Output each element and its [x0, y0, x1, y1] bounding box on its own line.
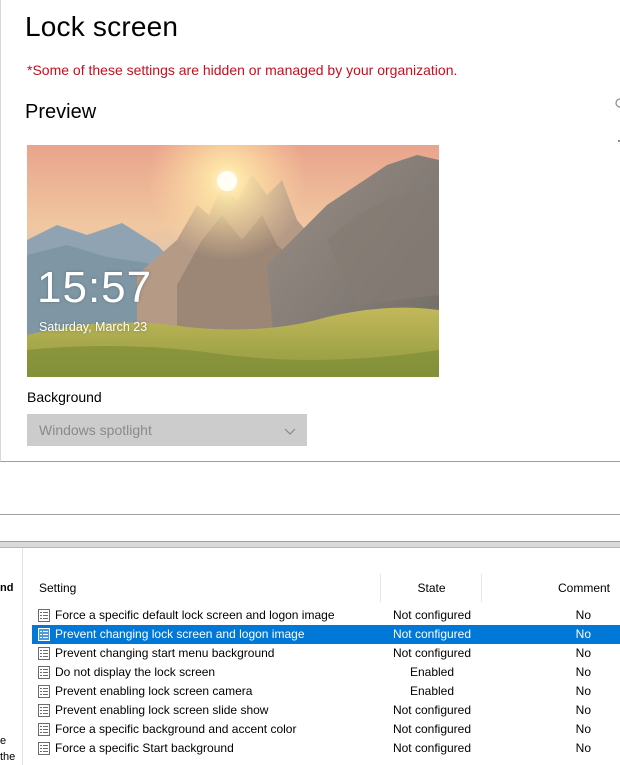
background-label: Background [27, 389, 102, 405]
policy-state: Not configured [392, 646, 472, 660]
window-divider [0, 514, 620, 515]
tree-pane-text-line1: e [0, 735, 7, 747]
policy-setting-icon [38, 685, 50, 698]
policy-state: Not configured [392, 627, 472, 641]
policy-setting-icon [38, 666, 50, 679]
lock-screen-preview [27, 145, 439, 377]
table-row[interactable]: Force a specific default lock screen and… [32, 606, 620, 625]
table-row[interactable]: Prevent changing start menu background No… [32, 644, 620, 663]
group-policy-editor: nd e the Setting State Comment Force a s… [0, 541, 620, 765]
policy-name: Prevent changing start menu background [55, 646, 275, 660]
chevron-down-icon [284, 428, 296, 435]
policy-list: Setting State Comment Force a specific d… [32, 548, 620, 765]
table-row[interactable]: Force a specific background and accent c… [32, 720, 620, 739]
managed-by-organization-note: *Some of these settings are hidden or ma… [27, 62, 458, 78]
column-header-comment[interactable]: Comment [483, 574, 620, 602]
policy-comment: No [575, 722, 591, 736]
lock-screen-clock: 15:57 [37, 263, 153, 312]
tree-pane-text-top: nd [0, 582, 14, 594]
preview-heading: Preview [25, 101, 97, 123]
policy-setting-icon [38, 704, 50, 717]
preview-landscape-image [27, 145, 439, 377]
policy-state: Not configured [392, 741, 472, 755]
policy-state: Enabled [409, 665, 455, 679]
lock-screen-date: Saturday, March 23 [39, 320, 148, 334]
policy-state: Not configured [392, 608, 472, 622]
policy-name: Prevent changing lock screen and logon i… [55, 627, 305, 641]
policy-name: Prevent enabling lock screen camera [55, 684, 253, 698]
table-row[interactable]: Force a specific Start background Not con… [32, 739, 620, 758]
pane-splitter[interactable] [22, 548, 32, 765]
policy-comment: No [575, 646, 591, 660]
table-row[interactable]: Prevent enabling lock screen slide show N… [32, 701, 620, 720]
tree-pane[interactable]: nd e the [0, 548, 22, 765]
policy-comment: No [575, 627, 591, 641]
policy-setting-icon [38, 647, 50, 660]
policy-state: Enabled [409, 684, 455, 698]
policy-setting-icon [38, 723, 50, 736]
table-row[interactable]: Prevent enabling lock screen camera Enabl… [32, 682, 620, 701]
policy-comment: No [575, 608, 591, 622]
page-title: Lock screen [25, 11, 179, 42]
policy-name: Prevent enabling lock screen slide show [55, 703, 269, 717]
policy-state: Not configured [392, 722, 472, 736]
tree-pane-text-line2: the [0, 751, 16, 763]
column-header-setting[interactable]: Setting [39, 574, 381, 602]
table-row[interactable]: Prevent changing lock screen and logon i… [32, 625, 620, 644]
policy-comment: No [575, 703, 591, 717]
policy-setting-icon [38, 609, 50, 622]
screenshot: Lock screen *Some of these settings are … [0, 0, 620, 765]
background-dropdown[interactable]: Windows spotlight [27, 414, 307, 446]
settings-window: Lock screen *Some of these settings are … [0, 0, 620, 462]
table-row[interactable]: Do not display the lock screen Enabled No [32, 663, 620, 682]
policy-name: Force a specific default lock screen and… [55, 608, 335, 622]
policy-state: Not configured [392, 703, 472, 717]
scroll-edge-fragment [614, 94, 620, 154]
policy-comment: No [575, 684, 591, 698]
policy-name: Do not display the lock screen [55, 665, 216, 679]
column-header-state[interactable]: State [382, 574, 482, 602]
policy-setting-icon [38, 742, 50, 755]
policy-setting-icon [38, 628, 50, 641]
policy-comment: No [575, 665, 591, 679]
policy-name: Force a specific background and accent c… [55, 722, 297, 736]
background-dropdown-value: Windows spotlight [39, 422, 152, 438]
policy-comment: No [575, 741, 591, 755]
policy-name: Force a specific Start background [55, 741, 234, 755]
